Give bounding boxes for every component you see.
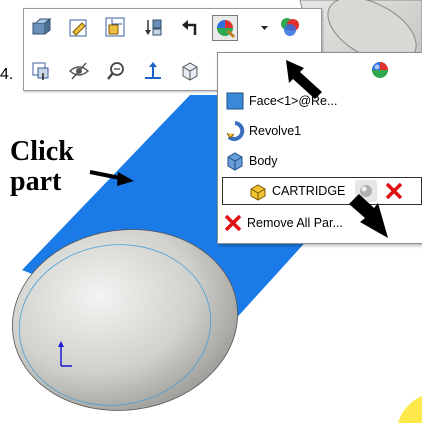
menu-item-body[interactable]: Body xyxy=(224,147,278,175)
menu-item-label: Remove All Par... xyxy=(247,216,343,230)
move-component-icon[interactable] xyxy=(29,59,53,83)
appearance-icon[interactable] xyxy=(212,15,238,41)
body-icon xyxy=(224,150,246,172)
menu-item-revolve[interactable]: Revolve1 xyxy=(224,117,301,145)
appearance-colors-icon[interactable] xyxy=(278,15,302,39)
sketch-icon[interactable] xyxy=(67,15,91,39)
dropdown-arrow-icon[interactable] xyxy=(260,21,268,35)
hide-icon[interactable] xyxy=(67,59,91,83)
yellow-part-fragment xyxy=(398,396,422,423)
sphere-preview-icon[interactable] xyxy=(355,180,378,202)
menu-item-cartridge[interactable]: CARTRIDGE xyxy=(222,177,422,205)
assembly-icon[interactable] xyxy=(103,15,127,39)
edge-number-fragment: 4. xyxy=(0,66,14,83)
menu-item-label: Revolve1 xyxy=(249,124,302,138)
component-icon[interactable] xyxy=(29,15,53,39)
remove-x-icon[interactable] xyxy=(383,180,405,202)
face-icon xyxy=(224,90,246,112)
appearance-ball-icon xyxy=(369,59,391,81)
menu-item-face[interactable]: Face<1>@Re... xyxy=(224,87,337,115)
menu-item-label: CARTRIDGE xyxy=(272,184,346,198)
annotation-line-2: part xyxy=(10,166,62,197)
revolve-icon xyxy=(224,120,246,142)
normal-to-icon[interactable] xyxy=(141,59,165,83)
mate-icon[interactable] xyxy=(141,15,165,39)
view-box-icon[interactable] xyxy=(178,59,202,83)
menu-item-label: Body xyxy=(249,154,278,168)
appearance-dropdown-menu: Face<1>@Re... Revolve1 Body CARTRIDGE Re… xyxy=(217,52,422,244)
menu-item-remove-all[interactable]: Remove All Par... xyxy=(222,209,343,237)
remove-x-icon xyxy=(222,212,244,234)
graphics-area[interactable]: 4. Click part Face<1>@Re... Revolve1 Bod… xyxy=(0,0,422,423)
part-icon xyxy=(247,180,269,202)
click-part-annotation: Click part xyxy=(10,137,74,197)
annotation-line-1: Click xyxy=(10,136,74,167)
menu-item-label: Face<1>@Re... xyxy=(249,94,338,108)
undo-arrow-icon[interactable] xyxy=(178,15,202,39)
zoom-icon[interactable] xyxy=(104,59,128,83)
